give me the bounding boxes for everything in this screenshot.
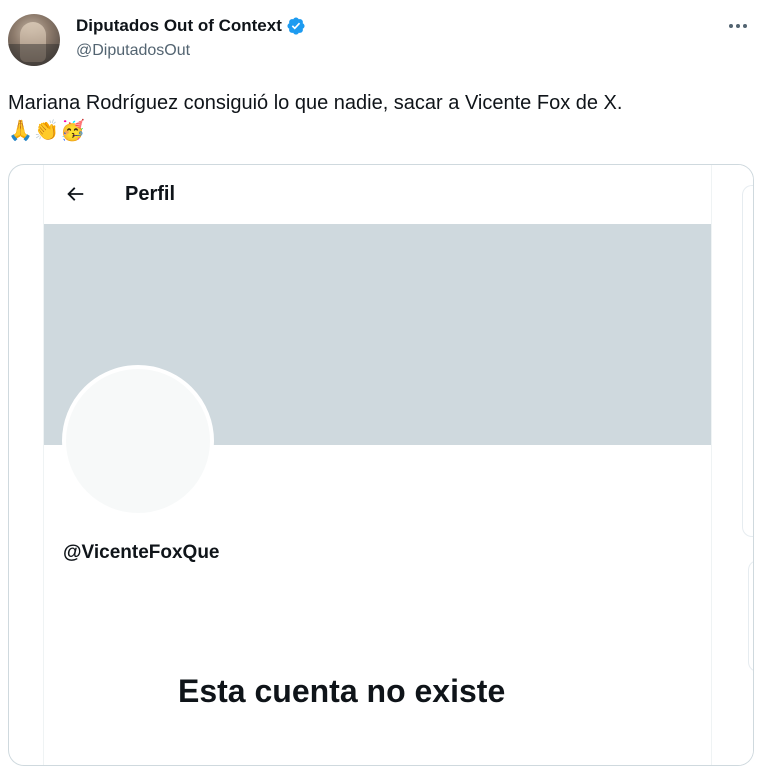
arrow-left-icon	[64, 183, 86, 205]
avatar-shade	[8, 44, 60, 66]
adjacent-image-edge	[748, 560, 753, 672]
clapping-hands-emoji: 👏	[34, 118, 59, 142]
tweet-media-card[interactable]: Perfil @VicenteFoxQue Esta cuenta no exi…	[8, 164, 754, 766]
tweet-header: Diputados Out of Context @DiputadosOut	[8, 10, 758, 70]
author-display-name[interactable]: Diputados Out of Context	[76, 16, 282, 36]
more-horizontal-icon[interactable]	[724, 14, 752, 38]
partying-face-emoji: 🥳	[60, 118, 85, 142]
name-row: Diputados Out of Context	[76, 16, 306, 36]
author-avatar[interactable]	[8, 14, 60, 66]
adjacent-image-strip	[712, 165, 753, 765]
account-not-exist-message: Esta cuenta no existe	[178, 673, 506, 709]
folded-hands-emoji: 🙏	[8, 118, 33, 142]
profile-header-title: Perfil	[125, 183, 176, 205]
verified-badge-icon	[286, 16, 306, 36]
profile-avatar-placeholder	[62, 365, 214, 517]
author-handle[interactable]: @DiputadosOut	[76, 42, 190, 60]
profile-screenshot: Perfil @VicenteFoxQue Esta cuenta no exi…	[44, 165, 711, 765]
tweet-text: Mariana Rodríguez consiguió lo que nadie…	[8, 92, 623, 114]
emoji-row: 🙏 👏 🥳	[8, 118, 85, 142]
profile-handle: @VicenteFoxQue	[63, 542, 220, 563]
adjacent-image-edge	[742, 185, 753, 537]
